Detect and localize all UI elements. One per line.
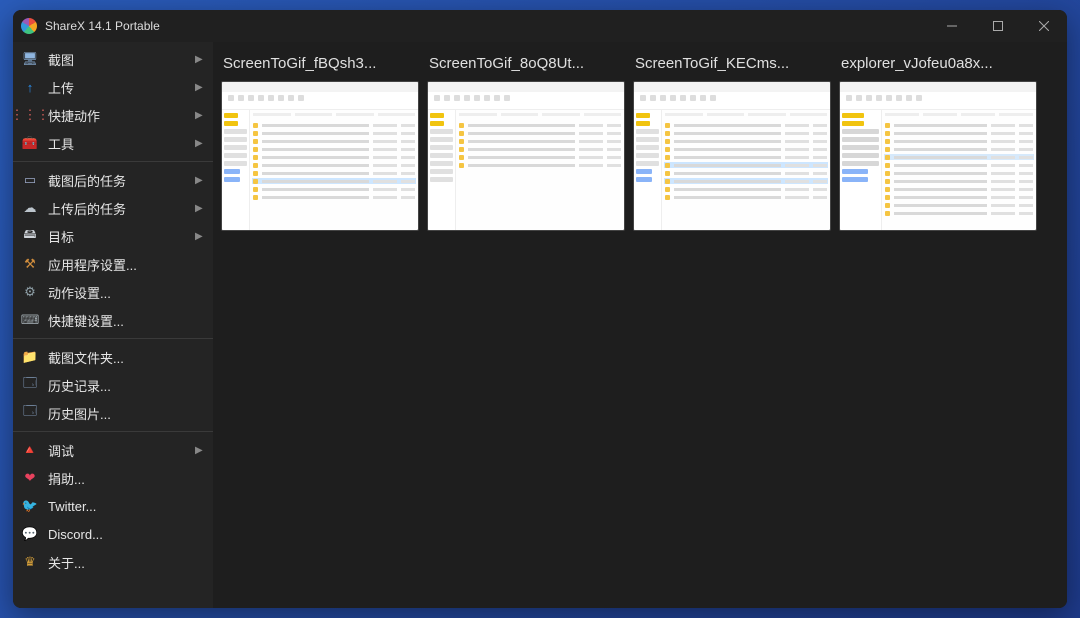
sidebar-item[interactable]: 🗔 历史记录... — [13, 371, 213, 399]
sidebar-item-label: 历史图片... — [48, 404, 205, 423]
target-icon: 🖴 — [21, 227, 39, 245]
thumbnail-label: explorer_vJofeu0a8x... — [839, 55, 1037, 72]
twitter-icon: 🐦 — [21, 497, 39, 515]
thumbnail-image — [633, 81, 831, 231]
sidebar-item[interactable]: 🗔 历史图片... — [13, 399, 213, 427]
minimize-button[interactable] — [929, 10, 975, 42]
sidebar-item[interactable]: 🖥 截图▶ — [13, 45, 213, 73]
sidebar-item[interactable]: 🔺 调试▶ — [13, 436, 213, 464]
sidebar-item-label: 目标 — [48, 227, 195, 246]
sidebar-item-label: Twitter... — [48, 499, 205, 514]
chevron-right-icon: ▶ — [195, 175, 205, 186]
sidebar-item-label: Discord... — [48, 527, 205, 542]
gallery-icon: 🗔 — [21, 404, 39, 422]
separator — [13, 338, 213, 339]
thumbnail-item[interactable]: ScreenToGif_fBQsh3... — [221, 55, 419, 231]
history-icon: 🗔 — [21, 376, 39, 394]
separator — [13, 161, 213, 162]
sidebar-item[interactable]: ⋮⋮⋮ 快捷动作▶ — [13, 101, 213, 129]
sidebar-item-label: 动作设置... — [48, 283, 205, 302]
chevron-right-icon: ▶ — [195, 231, 205, 242]
thumbnail-label: ScreenToGif_KECms... — [633, 55, 831, 72]
sidebar-item[interactable]: ⌨ 快捷键设置... — [13, 306, 213, 334]
monitor-icon: 🖥 — [21, 50, 39, 68]
sidebar-item[interactable]: ⚙ 动作设置... — [13, 278, 213, 306]
sidebar-item[interactable]: 💬 Discord... — [13, 520, 213, 548]
sidebar: 🖥截图▶↑上传▶⋮⋮⋮快捷动作▶🧰工具▶▭截图后的任务▶☁上传后的任务▶🖴目标▶… — [13, 42, 213, 608]
sidebar-item-label: 捐助... — [48, 469, 205, 488]
sidebar-item[interactable]: ▭ 截图后的任务▶ — [13, 166, 213, 194]
thumbnail-grid: ScreenToGif_fBQsh3... ScreenToGif_8oQ8Ut.… — [213, 42, 1067, 608]
folder-icon: 📁 — [21, 348, 39, 366]
sidebar-item[interactable]: 🐦 Twitter... — [13, 492, 213, 520]
tasks-icon: ▭ — [21, 171, 39, 189]
maximize-button[interactable] — [975, 10, 1021, 42]
thumbnail-label: ScreenToGif_8oQ8Ut... — [427, 55, 625, 72]
sidebar-item-label: 上传 — [48, 78, 195, 97]
sidebar-item[interactable]: ↑ 上传▶ — [13, 73, 213, 101]
chevron-right-icon: ▶ — [195, 82, 205, 93]
title-text: ShareX 14.1 Portable — [45, 19, 929, 33]
app-icon — [13, 18, 45, 34]
discord-icon: 💬 — [21, 525, 39, 543]
cloud-icon: ☁ — [21, 199, 39, 217]
sidebar-item[interactable]: 🧰 工具▶ — [13, 129, 213, 157]
close-button[interactable] — [1021, 10, 1067, 42]
sidebar-item[interactable]: 🖴 目标▶ — [13, 222, 213, 250]
chevron-right-icon: ▶ — [195, 445, 205, 456]
sidebar-item[interactable]: ☁ 上传后的任务▶ — [13, 194, 213, 222]
sidebar-item-label: 调试 — [48, 441, 195, 460]
cone-icon: 🔺 — [21, 441, 39, 459]
sidebar-item[interactable]: ♛ 关于... — [13, 548, 213, 576]
app-window: ShareX 14.1 Portable 🖥截图▶↑上传▶⋮⋮⋮快捷动作▶🧰工具… — [13, 10, 1067, 608]
sidebar-item-label: 历史记录... — [48, 376, 205, 395]
sidebar-item-label: 工具 — [48, 134, 195, 153]
toolbox-icon: 🧰 — [21, 134, 39, 152]
separator — [13, 431, 213, 432]
titlebar[interactable]: ShareX 14.1 Portable — [13, 10, 1067, 42]
upload-icon: ↑ — [21, 78, 39, 96]
sidebar-item-label: 关于... — [48, 553, 205, 572]
crown-icon: ♛ — [21, 553, 39, 571]
sidebar-item[interactable]: ⚒ 应用程序设置... — [13, 250, 213, 278]
thumbnail-label: ScreenToGif_fBQsh3... — [221, 55, 419, 72]
chevron-right-icon: ▶ — [195, 110, 205, 121]
chevron-right-icon: ▶ — [195, 203, 205, 214]
heart-icon: ❤ — [21, 469, 39, 487]
sidebar-item-label: 应用程序设置... — [48, 255, 205, 274]
quick-icon: ⋮⋮⋮ — [21, 106, 39, 124]
thumbnail-image — [839, 81, 1037, 231]
sidebar-item-label: 上传后的任务 — [48, 199, 195, 218]
keyboard-icon: ⌨ — [21, 311, 39, 329]
sidebar-item-label: 快捷键设置... — [48, 311, 205, 330]
gear-icon: ⚙ — [21, 283, 39, 301]
thumbnail-image — [221, 81, 419, 231]
chevron-right-icon: ▶ — [195, 54, 205, 65]
thumbnail-item[interactable]: explorer_vJofeu0a8x... — [839, 55, 1037, 231]
wrench-icon: ⚒ — [21, 255, 39, 273]
sidebar-item[interactable]: 📁 截图文件夹... — [13, 343, 213, 371]
thumbnail-image — [427, 81, 625, 231]
chevron-right-icon: ▶ — [195, 138, 205, 149]
thumbnail-item[interactable]: ScreenToGif_8oQ8Ut... — [427, 55, 625, 231]
sidebar-item-label: 截图 — [48, 50, 195, 69]
thumbnail-item[interactable]: ScreenToGif_KECms... — [633, 55, 831, 231]
sidebar-item-label: 截图文件夹... — [48, 348, 205, 367]
sidebar-item-label: 截图后的任务 — [48, 171, 195, 190]
sidebar-item[interactable]: ❤ 捐助... — [13, 464, 213, 492]
sidebar-item-label: 快捷动作 — [48, 106, 195, 125]
